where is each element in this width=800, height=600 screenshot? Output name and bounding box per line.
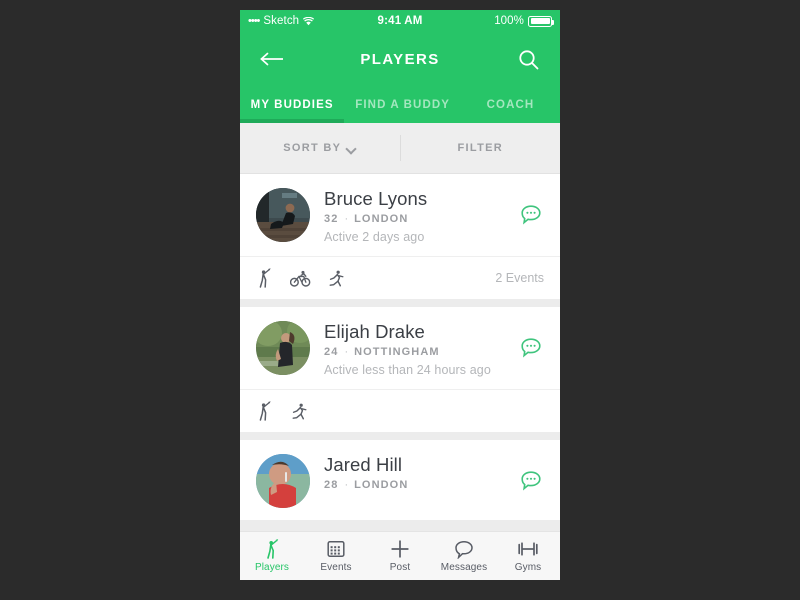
navigation-bar: PLAYERS <box>240 32 560 86</box>
carrier-label: Sketch <box>263 15 300 27</box>
player-city: LONDON <box>354 479 409 491</box>
nav-item-gyms[interactable]: Gyms <box>496 532 560 580</box>
running-icon[interactable] <box>327 268 345 288</box>
status-bar-left: •••• Sketch <box>248 15 377 27</box>
player-last-active: Active less than 24 hours ago <box>324 363 491 377</box>
player-sports-row: 2 Events <box>240 256 560 299</box>
events-count: 2 Events <box>495 271 544 285</box>
nav-item-players-label: Players <box>254 562 290 573</box>
avatar-photo-elijah <box>256 321 310 375</box>
back-button[interactable] <box>258 45 286 73</box>
player-name: Bruce Lyons <box>324 188 428 209</box>
nav-item-players[interactable]: Players <box>240 532 304 580</box>
tab-coach[interactable]: COACH <box>461 86 560 123</box>
meta-separator: · <box>344 479 349 491</box>
cycling-icon[interactable] <box>290 268 311 288</box>
chat-bubble-icon <box>521 471 541 491</box>
player-name: Jared Hill <box>324 454 403 475</box>
nav-item-post[interactable]: Post <box>368 532 432 580</box>
players-list[interactable]: Bruce Lyons 32 · LONDON Active 2 days ag… <box>240 174 560 531</box>
avatar <box>256 321 310 375</box>
search-icon <box>518 49 538 69</box>
player-age: 28 <box>324 479 339 491</box>
player-name: Elijah Drake <box>324 321 425 342</box>
meta-separator: · <box>344 213 349 225</box>
avatar-photo-bruce <box>256 188 310 242</box>
sports-icons <box>256 268 495 288</box>
page-title: PLAYERS <box>360 50 440 68</box>
chat-bubble-icon <box>521 205 541 225</box>
avatar-photo-jared <box>256 454 310 508</box>
plus-icon <box>390 539 410 559</box>
sports-icons <box>256 401 544 421</box>
segment-tabs: MY BUDDIES FIND A BUDDY COACH <box>240 86 560 123</box>
player-age: 32 <box>324 213 339 225</box>
player-age: 24 <box>324 346 339 358</box>
tab-my-buddies-label: MY BUDDIES <box>250 98 334 111</box>
screenshot-canvas: •••• Sketch 9:41 AM 100% PLAYERS MY BUDD… <box>0 0 800 600</box>
running-icon[interactable] <box>290 401 308 421</box>
dumbbell-icon <box>517 539 539 559</box>
tab-coach-label: COACH <box>486 98 535 111</box>
tab-find-a-buddy-label: FIND A BUDDY <box>355 98 451 111</box>
battery-full-icon <box>528 15 555 27</box>
search-button[interactable] <box>514 45 542 73</box>
sort-by-label: SORT BY <box>283 142 342 154</box>
nav-item-post-label: Post <box>389 562 411 573</box>
player-meta: 28 · LONDON <box>324 479 518 491</box>
list-item[interactable]: Bruce Lyons 32 · LONDON Active 2 days ag… <box>240 174 560 299</box>
bottom-navigation: Players Events Post Messages Gyms <box>240 531 560 580</box>
golf-icon[interactable] <box>256 401 274 421</box>
player-info: Bruce Lyons 32 · LONDON Active 2 days ag… <box>310 188 518 244</box>
player-summary[interactable]: Bruce Lyons 32 · LONDON Active 2 days ag… <box>240 174 560 256</box>
status-bar-right: 100% <box>423 15 555 27</box>
chat-bubble-icon <box>454 539 474 559</box>
nav-item-events-label: Events <box>320 562 352 573</box>
player-info: Jared Hill 28 · LONDON <box>310 454 518 496</box>
nav-item-events[interactable]: Events <box>304 532 368 580</box>
player-info: Elijah Drake 24 · NOTTINGHAM Active less… <box>310 321 518 377</box>
tab-my-buddies[interactable]: MY BUDDIES <box>240 86 345 123</box>
chat-button[interactable] <box>518 202 544 228</box>
clock: 9:41 AM <box>377 15 423 27</box>
player-last-active: Active 2 days ago <box>324 230 425 244</box>
battery-percent-label: 100% <box>494 15 525 27</box>
player-city: LONDON <box>354 213 409 225</box>
player-summary[interactable]: Jared Hill 28 · LONDON <box>240 440 560 520</box>
avatar <box>256 454 310 508</box>
meta-separator: · <box>344 346 349 358</box>
arrow-left-icon <box>260 52 283 66</box>
wifi-icon <box>303 16 315 26</box>
sort-by-button[interactable]: SORT BY <box>240 123 400 173</box>
calendar-icon <box>327 539 345 559</box>
list-item[interactable]: Jared Hill 28 · LONDON <box>240 440 560 520</box>
list-item[interactable]: Elijah Drake 24 · NOTTINGHAM Active less… <box>240 307 560 432</box>
chat-button[interactable] <box>518 468 544 494</box>
phone-screen: •••• Sketch 9:41 AM 100% PLAYERS MY BUDD… <box>240 10 560 590</box>
chat-bubble-icon <box>521 338 541 358</box>
player-meta: 32 · LONDON <box>324 213 518 225</box>
avatar <box>256 188 310 242</box>
chevron-down-icon <box>347 144 356 153</box>
player-meta: 24 · NOTTINGHAM <box>324 346 518 358</box>
golf-icon[interactable] <box>256 268 274 288</box>
chat-button[interactable] <box>518 335 544 361</box>
filter-button[interactable]: FILTER <box>401 123 561 173</box>
golfer-icon <box>264 539 281 559</box>
player-city: NOTTINGHAM <box>354 346 440 358</box>
player-summary[interactable]: Elijah Drake 24 · NOTTINGHAM Active less… <box>240 307 560 389</box>
player-sports-row <box>240 389 560 432</box>
nav-item-messages-label: Messages <box>440 562 488 573</box>
nav-item-gyms-label: Gyms <box>514 562 542 573</box>
signal-strength-dots: •••• <box>248 15 260 27</box>
home-indicator-area <box>240 580 560 590</box>
filter-label: FILTER <box>457 142 503 154</box>
sort-filter-bar: SORT BY FILTER <box>240 123 560 174</box>
tab-find-a-buddy[interactable]: FIND A BUDDY <box>344 86 461 123</box>
status-bar: •••• Sketch 9:41 AM 100% <box>240 10 560 32</box>
nav-item-messages[interactable]: Messages <box>432 532 496 580</box>
